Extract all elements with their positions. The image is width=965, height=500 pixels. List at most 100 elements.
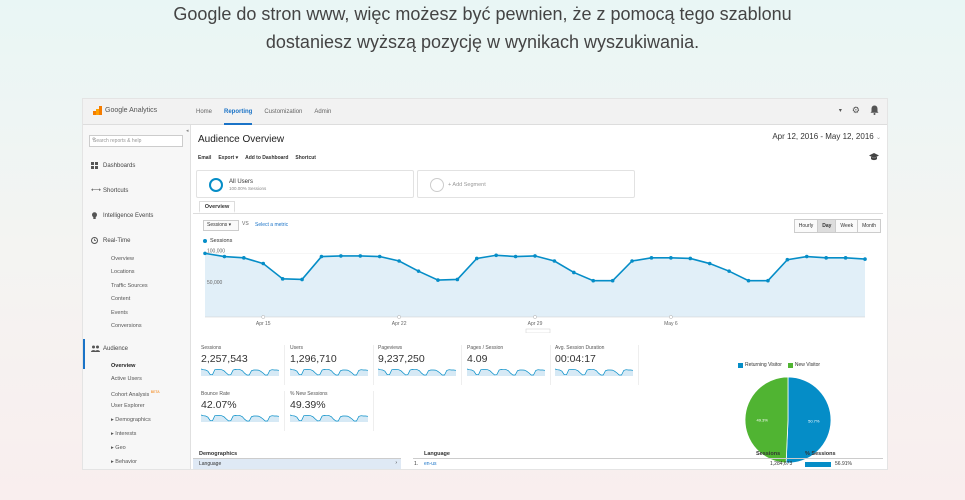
data-point[interactable] xyxy=(436,278,440,282)
data-point[interactable] xyxy=(707,261,712,266)
bell-icon[interactable] xyxy=(870,105,879,117)
data-point[interactable] xyxy=(669,256,673,260)
metric-avg-session-duration[interactable]: Avg. Session Duration 00:04:17 xyxy=(555,345,639,385)
data-point[interactable] xyxy=(572,270,576,275)
nav-admin[interactable]: Admin xyxy=(314,99,331,125)
add-segment-button[interactable]: + Add Segment xyxy=(417,170,635,198)
metric-select[interactable]: Sessions ▾ xyxy=(203,220,239,231)
data-point[interactable] xyxy=(630,259,634,263)
data-point[interactable] xyxy=(455,277,460,282)
data-point[interactable] xyxy=(397,259,401,263)
data-point[interactable] xyxy=(610,278,615,283)
sidebar-sub-au-cohort[interactable]: Cohort Analysis BETA xyxy=(111,390,160,398)
data-point[interactable] xyxy=(863,257,867,261)
add-to-dashboard-button[interactable]: Add to Dashboard xyxy=(245,155,288,161)
sidebar-sub-au-demographics[interactable]: ▸ Demographics xyxy=(111,417,151,423)
caption-line-2: dostaniesz wyższą pozycję w wynikach wys… xyxy=(265,32,700,52)
sidebar-item-audience[interactable]: Audience xyxy=(91,345,128,352)
tab-overview[interactable]: Overview xyxy=(199,201,235,213)
data-point[interactable] xyxy=(377,254,382,259)
sidebar-sub-au-behavior[interactable]: ▸ Behavior xyxy=(111,459,137,465)
data-point[interactable] xyxy=(824,256,828,260)
nav-home[interactable]: Home xyxy=(196,99,212,125)
sidebar-sub-rt-content[interactable]: Content xyxy=(111,296,130,302)
data-point[interactable] xyxy=(300,277,304,282)
period-month[interactable]: Month xyxy=(858,220,880,232)
data-point[interactable] xyxy=(358,254,363,258)
shortcut-button[interactable]: Shortcut xyxy=(295,155,316,161)
email-button[interactable]: Email xyxy=(198,155,211,161)
metric-sessions[interactable]: Sessions 2,257,543 xyxy=(201,345,285,385)
arrows-icon: ⟷ xyxy=(91,187,102,194)
data-point[interactable] xyxy=(649,256,654,260)
sidebar-sub-rt-conversions[interactable]: Conversions xyxy=(111,323,142,329)
data-point[interactable] xyxy=(474,256,479,261)
segment-all-users[interactable]: All Users 100.00% Sessions xyxy=(196,170,414,198)
date-range-picker[interactable]: Apr 12, 2016 - May 12, 2016 ⌄ xyxy=(772,132,881,141)
data-point[interactable] xyxy=(785,257,790,262)
pie-slice-label: 49.3% xyxy=(757,417,769,422)
sidebar-item-intelligence[interactable]: Intelligence Events xyxy=(91,212,153,219)
sidebar-sub-rt-overview[interactable]: Overview xyxy=(111,256,134,262)
sidebar-sub-au-user-explorer[interactable]: User Explorer xyxy=(111,403,145,409)
sidebar-item-shortcuts[interactable]: ⟷ Shortcuts xyxy=(91,187,128,194)
nav-customization[interactable]: Customization xyxy=(264,99,302,125)
data-point[interactable] xyxy=(591,278,596,283)
graduation-cap-icon[interactable] xyxy=(869,153,879,163)
beta-badge: BETA xyxy=(150,390,160,394)
period-week[interactable]: Week xyxy=(836,220,859,232)
demographics-row-language[interactable]: Language › xyxy=(193,459,401,469)
data-point[interactable] xyxy=(746,278,751,283)
metric-users[interactable]: Users 1,296,710 xyxy=(290,345,374,385)
data-point[interactable] xyxy=(727,269,731,273)
gear-icon[interactable]: ⚙ xyxy=(852,105,860,117)
sidebar-item-realtime[interactable]: Real-Time xyxy=(91,237,130,244)
account-dropdown-icon[interactable]: ▾ xyxy=(839,105,842,117)
period-hourly[interactable]: Hourly xyxy=(794,220,819,232)
row-language-link[interactable]: en-us xyxy=(424,461,437,467)
period-day[interactable]: Day xyxy=(818,220,837,232)
report-toolbar: Email Export ▾ Add to Dashboard Shortcut xyxy=(198,155,316,161)
sidebar-sub-rt-events[interactable]: Events xyxy=(111,310,128,316)
data-point[interactable] xyxy=(552,259,557,263)
row-pct: 56.91% xyxy=(835,461,852,467)
data-point[interactable] xyxy=(222,254,227,259)
data-point[interactable] xyxy=(804,254,809,259)
sidebar-sub-au-geo[interactable]: ▸ Geo xyxy=(111,445,126,451)
sidebar-sub-rt-traffic[interactable]: Traffic Sources xyxy=(111,283,148,289)
row-sessions: 1,284,673 xyxy=(770,461,793,467)
data-point[interactable] xyxy=(766,278,770,283)
data-point[interactable] xyxy=(688,256,693,261)
chevron-right-icon: › xyxy=(395,460,397,466)
chart-resize-handle[interactable] xyxy=(525,328,551,333)
sidebar-sub-au-overview[interactable]: Overview xyxy=(111,363,135,369)
data-point[interactable] xyxy=(261,261,266,266)
collapse-sidebar-icon[interactable]: ◂ xyxy=(186,128,189,134)
top-bar: Google Analytics Home Reporting Customiz… xyxy=(83,99,887,125)
metric-pages-per-session[interactable]: Pages / Session 4.09 xyxy=(467,345,551,385)
metric-value: 00:04:17 xyxy=(555,353,596,365)
data-point[interactable] xyxy=(242,256,246,260)
sidebar-sub-au-active-users[interactable]: Active Users xyxy=(111,376,142,382)
data-point[interactable] xyxy=(319,254,324,259)
metric-bounce-rate[interactable]: Bounce Rate 42.07% xyxy=(201,391,285,431)
metric-pageviews[interactable]: Pageviews 9,237,250 xyxy=(378,345,462,385)
metric-new-sessions[interactable]: % New Sessions 49.39% xyxy=(290,391,374,431)
data-point[interactable] xyxy=(494,253,498,258)
sparkline xyxy=(290,368,368,376)
data-point[interactable] xyxy=(843,256,848,260)
sidebar-item-dashboards[interactable]: Dashboards xyxy=(91,162,135,169)
nav-reporting[interactable]: Reporting xyxy=(224,99,253,125)
data-point[interactable] xyxy=(416,269,421,273)
data-point[interactable] xyxy=(513,254,518,259)
app-logo[interactable]: Google Analytics xyxy=(93,106,157,115)
select-metric-link[interactable]: Select a metric xyxy=(255,222,288,228)
data-point[interactable] xyxy=(280,277,285,281)
metric-value: 4.09 xyxy=(467,353,488,365)
sidebar-sub-au-interests[interactable]: ▸ Interests xyxy=(111,431,136,437)
sidebar-sub-rt-locations[interactable]: Locations xyxy=(111,269,135,275)
data-point[interactable] xyxy=(533,254,537,258)
data-point[interactable] xyxy=(339,254,343,258)
export-button[interactable]: Export ▾ xyxy=(218,155,238,161)
search-input[interactable]: Search reports & help xyxy=(89,135,183,147)
